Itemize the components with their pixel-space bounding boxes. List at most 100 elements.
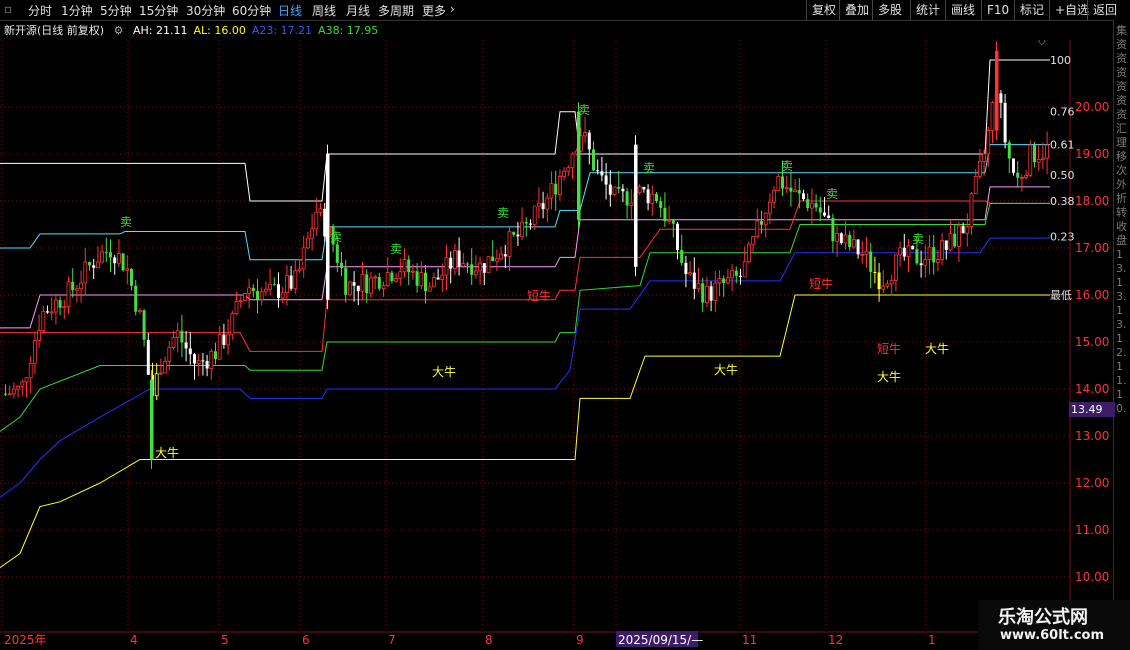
candle-body bbox=[444, 257, 449, 276]
candle-body bbox=[134, 285, 138, 312]
candle-body bbox=[797, 190, 801, 194]
settings-icon[interactable]: ⚙ bbox=[114, 24, 124, 37]
period-tab-9[interactable]: 多周期 bbox=[378, 2, 414, 19]
candle-body bbox=[88, 262, 91, 266]
candle-body bbox=[340, 262, 343, 268]
candle-body bbox=[385, 272, 390, 287]
menu-toggle-icon[interactable]: ▫ bbox=[4, 2, 12, 16]
action-button-6[interactable]: 标记 bbox=[1014, 0, 1049, 20]
period-tab-4[interactable]: 30分钟 bbox=[186, 2, 225, 19]
period-tab-10[interactable]: 更多 bbox=[422, 2, 446, 19]
candle-body bbox=[902, 247, 906, 257]
candle-body bbox=[562, 170, 566, 177]
candle-body bbox=[503, 254, 507, 257]
x-tick-label: 2025年 bbox=[4, 633, 47, 647]
candle-body bbox=[33, 340, 37, 364]
standout-candle-body bbox=[634, 144, 638, 267]
y-tick-label: 20.00 bbox=[1075, 100, 1109, 114]
candle-body bbox=[486, 256, 491, 274]
candle-body bbox=[781, 176, 784, 189]
period-tab-0[interactable]: 分时 bbox=[28, 2, 52, 19]
candle-body bbox=[860, 253, 865, 256]
period-toolbar: 分时 1分钟 5分钟 15分钟 30分钟 60分钟 日线 周线 月线 多周期 更多 › ▫ 复权 叠加 多股统… bbox=[0, 0, 1130, 21]
candle-body bbox=[742, 261, 747, 278]
candle-body bbox=[512, 231, 516, 235]
action-button-0[interactable]: 复权 bbox=[806, 0, 841, 20]
period-tab-7[interactable]: 周线 bbox=[312, 2, 336, 19]
candle-body bbox=[238, 300, 243, 302]
candle-body bbox=[789, 187, 793, 192]
level-line-white bbox=[0, 59, 1050, 202]
candle-body bbox=[259, 291, 264, 300]
candle-body bbox=[75, 288, 79, 291]
candle-body bbox=[146, 339, 150, 375]
action-button-1[interactable]: 叠加 bbox=[839, 0, 874, 20]
x-tick-label: 6 bbox=[302, 633, 310, 647]
action-button-2[interactable]: 多股 bbox=[872, 0, 907, 20]
candle-body bbox=[957, 225, 961, 247]
sell-signal-label: 卖 bbox=[578, 103, 590, 117]
candle-body bbox=[473, 270, 478, 276]
candle-body bbox=[297, 268, 302, 272]
period-tab-2[interactable]: 5分钟 bbox=[100, 2, 132, 19]
period-tab-3[interactable]: 15分钟 bbox=[139, 2, 178, 19]
candle-body bbox=[688, 272, 692, 275]
candle-body bbox=[482, 263, 486, 273]
candle-body bbox=[62, 306, 67, 309]
candle-body bbox=[600, 171, 604, 176]
big-bull-label: 大牛 bbox=[432, 364, 456, 379]
candle-body bbox=[823, 212, 826, 216]
candle-body bbox=[449, 257, 453, 269]
action-button-4[interactable]: 画线 bbox=[945, 0, 980, 20]
candle-body bbox=[898, 247, 902, 256]
candle-body bbox=[180, 330, 184, 343]
candle-body bbox=[1016, 172, 1020, 178]
candle-body bbox=[755, 220, 760, 238]
action-button-3[interactable]: 统计 bbox=[910, 0, 945, 20]
big-bull-label: 大牛 bbox=[155, 445, 179, 460]
candle-body bbox=[1045, 144, 1049, 159]
candle-body bbox=[806, 199, 810, 209]
candle-body bbox=[466, 263, 469, 265]
candle-body bbox=[117, 253, 121, 264]
period-tab-6[interactable]: 日线 bbox=[278, 2, 302, 19]
candle-body bbox=[1028, 144, 1033, 176]
candle-body bbox=[532, 205, 537, 226]
candle-body bbox=[167, 347, 172, 362]
candle-body bbox=[999, 93, 1003, 103]
candle-body bbox=[46, 311, 49, 313]
candle-body bbox=[642, 186, 646, 190]
action-button-5[interactable]: F10 bbox=[981, 0, 1014, 20]
candle-body bbox=[347, 281, 352, 296]
candle-body bbox=[793, 189, 797, 192]
y-tick-label: 19.00 bbox=[1075, 147, 1109, 161]
candle-body bbox=[494, 258, 499, 262]
candle-body bbox=[1041, 157, 1045, 160]
candle-body bbox=[121, 253, 125, 271]
candle-body bbox=[990, 102, 995, 131]
candle-body bbox=[234, 301, 239, 314]
period-tab-1[interactable]: 1分钟 bbox=[61, 2, 93, 19]
candle-body bbox=[457, 250, 461, 267]
period-tab-5[interactable]: 60分钟 bbox=[232, 2, 271, 19]
candle-body bbox=[604, 175, 608, 185]
candle-body bbox=[772, 190, 776, 203]
candle-body bbox=[1024, 175, 1028, 178]
candle-body bbox=[256, 291, 259, 300]
candle-body bbox=[398, 271, 403, 279]
candle-body bbox=[776, 175, 781, 191]
candle-body bbox=[356, 285, 360, 292]
chevron-right-icon[interactable]: › bbox=[450, 2, 455, 16]
candle-body bbox=[431, 277, 436, 288]
level-label: 最低 bbox=[1050, 289, 1072, 302]
sell-signal-label: 卖 bbox=[826, 187, 838, 201]
watermark-url: www.60lt.com bbox=[1000, 628, 1105, 643]
x-tick-label: 7 bbox=[388, 633, 396, 647]
candle-body bbox=[692, 272, 696, 289]
period-tab-8[interactable]: 月线 bbox=[346, 2, 370, 19]
sell-signal-label: 卖 bbox=[497, 206, 509, 220]
action-button-8[interactable]: 返回 bbox=[1087, 0, 1122, 20]
y-tick-label: 12.00 bbox=[1075, 476, 1109, 490]
candle-body bbox=[751, 236, 755, 245]
y-tick-label: 17.00 bbox=[1075, 241, 1109, 255]
